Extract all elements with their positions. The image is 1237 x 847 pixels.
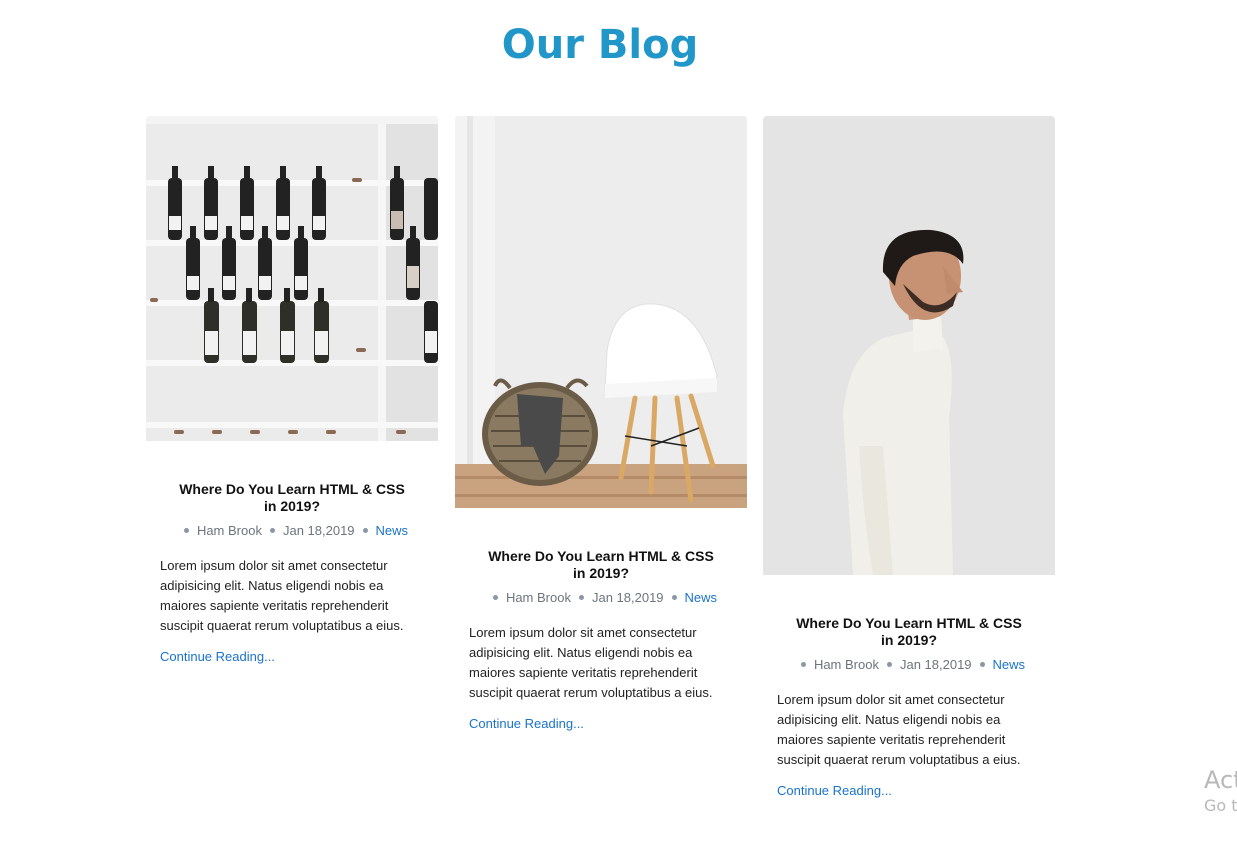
post-title[interactable]: Where Do You Learn HTML & CSS in 2019?: [469, 548, 733, 582]
bullet-dot-icon: [800, 662, 806, 667]
watermark-line2: Go t: [1204, 796, 1237, 815]
blog-card: Where Do You Learn HTML & CSS in 2019? H…: [763, 116, 1055, 800]
post-image-wine-shelf[interactable]: [146, 116, 438, 441]
bullet-dot-icon: [671, 595, 677, 600]
post-date: Jan 18,2019: [282, 523, 355, 538]
bullet-dot-icon: [886, 662, 892, 667]
watermark-line1: Act: [1204, 766, 1237, 794]
post-author: Ham Brook: [505, 590, 571, 605]
continue-reading-link[interactable]: Continue Reading...: [469, 716, 584, 731]
bullet-dot-icon: [269, 528, 275, 533]
post-meta: Ham Brook Jan 18,2019 News: [469, 590, 733, 605]
continue-reading-link[interactable]: Continue Reading...: [777, 783, 892, 798]
post-excerpt: Lorem ipsum dolor sit amet consectetur a…: [777, 692, 1021, 767]
bullet-dot-icon: [979, 662, 985, 667]
post-date: Jan 18,2019: [899, 657, 972, 672]
bullet-dot-icon: [183, 528, 189, 533]
blog-card: Where Do You Learn HTML & CSS in 2019? H…: [146, 116, 438, 666]
blog-card: Where Do You Learn HTML & CSS in 2019? H…: [455, 116, 747, 733]
bullet-dot-icon: [578, 595, 584, 600]
post-excerpt: Lorem ipsum dolor sit amet consectetur a…: [469, 625, 713, 700]
page-title: Our Blog: [501, 22, 699, 68]
post-category-link[interactable]: News: [376, 523, 409, 538]
activation-watermark: Act Go t: [1204, 765, 1237, 817]
post-title[interactable]: Where Do You Learn HTML & CSS in 2019?: [777, 615, 1041, 649]
post-category-link[interactable]: News: [993, 657, 1026, 672]
bullet-dot-icon: [362, 528, 368, 533]
post-image-man-portrait[interactable]: [763, 116, 1055, 575]
post-author: Ham Brook: [813, 657, 879, 672]
bullet-dot-icon: [492, 595, 498, 600]
post-title[interactable]: Where Do You Learn HTML & CSS in 2019?: [160, 481, 424, 515]
continue-reading-link[interactable]: Continue Reading...: [160, 649, 275, 664]
post-category-link[interactable]: News: [685, 590, 718, 605]
post-image-chair-basket[interactable]: [455, 116, 747, 508]
post-author: Ham Brook: [196, 523, 262, 538]
post-excerpt: Lorem ipsum dolor sit amet consectetur a…: [160, 558, 404, 633]
post-date: Jan 18,2019: [591, 590, 664, 605]
post-meta: Ham Brook Jan 18,2019 News: [160, 523, 424, 538]
post-meta: Ham Brook Jan 18,2019 News: [777, 657, 1041, 672]
